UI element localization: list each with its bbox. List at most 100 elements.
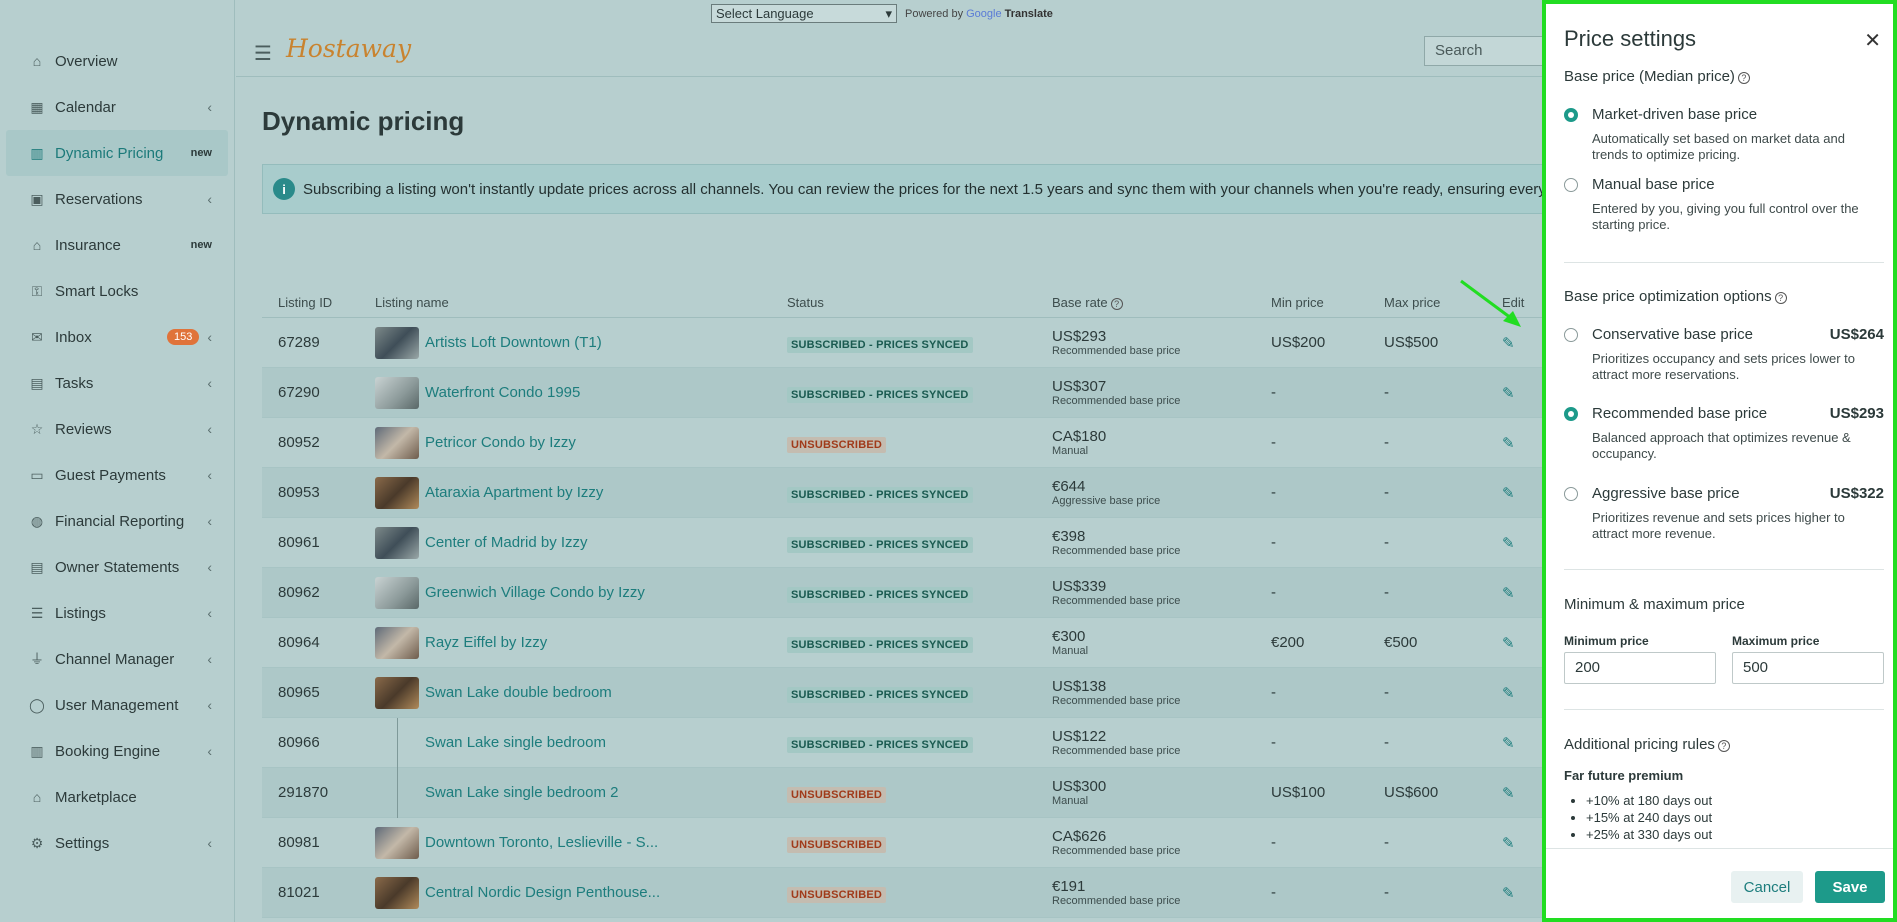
close-icon[interactable]: ✕ — [1864, 28, 1881, 53]
sidebar-item-label: Tasks — [55, 374, 94, 392]
base-rate-type: Recommended base price — [1052, 345, 1181, 357]
radio-button[interactable] — [1564, 178, 1578, 192]
base-rate-cell: US$307 Recommended base price — [1052, 378, 1271, 407]
radio-market-driven[interactable]: Market-driven base price Automatically s… — [1564, 106, 1884, 163]
search-input[interactable]: Search — [1424, 36, 1544, 66]
sidebar-item-reservations[interactable]: ▣ Reservations ‹ — [6, 176, 228, 222]
sidebar-item-user-management[interactable]: ◯ User Management ‹ — [6, 682, 228, 728]
listing-thumbnail — [375, 576, 419, 609]
listing-link[interactable]: Downtown Toronto, Leslieville - S... — [425, 834, 658, 851]
sidebar-item-reviews[interactable]: ☆ Reviews ‹ — [6, 406, 228, 452]
pencil-icon[interactable]: ✎ — [1502, 635, 1515, 652]
max-price-value: - — [1384, 734, 1389, 751]
pencil-icon[interactable]: ✎ — [1502, 435, 1515, 452]
base-rate-cell: CA$180 Manual — [1052, 428, 1271, 457]
sidebar-item-booking-engine[interactable]: ▥ Booking Engine ‹ — [6, 728, 228, 774]
pencil-icon[interactable]: ✎ — [1502, 485, 1515, 502]
sidebar-item-guest-payments[interactable]: ▭ Guest Payments ‹ — [6, 452, 228, 498]
sidebar-item-owner-statements[interactable]: ▤ Owner Statements ‹ — [6, 544, 228, 590]
status-badge: SUBSCRIBED - PRICES SYNCED — [787, 586, 973, 603]
new-badge: new — [190, 147, 212, 159]
logo[interactable]: Hostaway — [286, 34, 411, 63]
chevron-left-icon: ‹ — [207, 375, 212, 391]
sidebar-item-tasks[interactable]: ▤ Tasks ‹ — [6, 360, 228, 406]
radio-manual[interactable]: Manual base price Entered by you, giving… — [1564, 176, 1884, 233]
listing-link[interactable]: Central Nordic Design Penthouse... — [425, 884, 660, 901]
pencil-icon[interactable]: ✎ — [1502, 835, 1515, 852]
radio-button[interactable] — [1564, 108, 1578, 122]
sidebar-item-marketplace[interactable]: ⌂ Marketplace — [6, 774, 228, 820]
sidebar-item-inbox[interactable]: ✉ Inbox 153 ‹ — [6, 314, 228, 360]
sidebar-item-financial-reporting[interactable]: ◍ Financial Reporting ‹ — [6, 498, 228, 544]
sidebar-item-label: Insurance — [55, 236, 121, 254]
min-price-input[interactable]: 200 — [1564, 652, 1716, 684]
listing-thumbnail — [375, 426, 419, 459]
listing-link[interactable]: Swan Lake single bedroom — [425, 734, 606, 751]
min-price-label: Minimum price — [1564, 634, 1649, 648]
status-badge: SUBSCRIBED - PRICES SYNCED — [787, 736, 973, 753]
sidebar-item-overview[interactable]: ⌂ Overview — [6, 38, 228, 84]
col-base-rate: Base rate? — [1052, 295, 1271, 310]
sidebar-item-insurance[interactable]: ⌂ Insurance new — [6, 222, 228, 268]
status-badge: SUBSCRIBED - PRICES SYNCED — [787, 536, 973, 553]
radio-conservative[interactable]: Conservative base price US$264 Prioritize… — [1564, 326, 1884, 383]
listing-link[interactable]: Center of Madrid by Izzy — [425, 534, 588, 551]
menu-icon[interactable]: ☰ — [254, 41, 272, 66]
base-rate-cell: US$293 Recommended base price — [1052, 328, 1271, 357]
listing-link[interactable]: Greenwich Village Condo by Izzy — [425, 584, 645, 601]
sidebar: ⌂ Overview ▦ Calendar ‹ ▥ Dynamic Pricing new ▣ R… — [0, 0, 235, 922]
pencil-icon[interactable]: ✎ — [1502, 885, 1515, 902]
chevron-left-icon: ‹ — [207, 421, 212, 437]
radio-aggressive[interactable]: Aggressive base price US$322 Prioritizes … — [1564, 485, 1884, 542]
listing-link[interactable]: Swan Lake double bedroom — [425, 684, 612, 701]
radio-button[interactable] — [1564, 487, 1578, 501]
help-icon[interactable]: ? — [1717, 740, 1730, 752]
sidebar-item-calendar[interactable]: ▦ Calendar ‹ — [6, 84, 228, 130]
col-listing-name: Listing name — [375, 295, 449, 310]
pencil-icon[interactable]: ✎ — [1502, 385, 1515, 402]
sidebar-item-label: Smart Locks — [55, 282, 139, 300]
listing-link[interactable]: Ataraxia Apartment by Izzy — [425, 484, 603, 501]
listing-link[interactable]: Rayz Eiffel by Izzy — [425, 634, 547, 651]
translate-link[interactable]: Translate — [1005, 8, 1053, 20]
base-rate-value: US$122 — [1052, 728, 1107, 745]
status-cell: UNSUBSCRIBED — [787, 785, 1052, 803]
radio-button[interactable] — [1564, 328, 1578, 342]
listing-id: 80981 — [278, 834, 320, 851]
rules-heading: Additional pricing rules? — [1564, 736, 1730, 753]
sidebar-item-smart-locks[interactable]: ⚿ Smart Locks — [6, 268, 228, 314]
listing-link[interactable]: Swan Lake single bedroom 2 — [425, 784, 618, 801]
listing-link[interactable]: Artists Loft Downtown (T1) — [425, 334, 602, 351]
base-rate-cell: US$138 Recommended base price — [1052, 678, 1271, 707]
pencil-icon[interactable]: ✎ — [1502, 535, 1515, 552]
child-indent — [397, 717, 415, 768]
min-price-value: - — [1271, 884, 1276, 901]
base-rate-cell: €191 Recommended base price — [1052, 878, 1271, 907]
cancel-button[interactable]: Cancel — [1731, 871, 1803, 903]
sidebar-item-label: Owner Statements — [55, 558, 180, 576]
radio-button[interactable] — [1564, 407, 1578, 421]
sidebar-item-dynamic-pricing[interactable]: ▥ Dynamic Pricing new — [6, 130, 228, 176]
listing-id: 80962 — [278, 584, 320, 601]
help-icon[interactable]: ? — [1737, 72, 1750, 84]
pencil-icon[interactable]: ✎ — [1502, 785, 1515, 802]
base-rate-type: Aggressive base price — [1052, 495, 1161, 507]
min-price-value: - — [1271, 834, 1276, 851]
save-button[interactable]: Save — [1815, 871, 1885, 903]
sidebar-item-listings[interactable]: ☰ Listings ‹ — [6, 590, 228, 636]
pencil-icon[interactable]: ✎ — [1502, 585, 1515, 602]
listing-link[interactable]: Waterfront Condo 1995 — [425, 384, 580, 401]
sidebar-item-channel-manager[interactable]: ⏚ Channel Manager ‹ — [6, 636, 228, 682]
page-title: Dynamic pricing — [262, 106, 465, 136]
radio-recommended[interactable]: Recommended base price US$293 Balanced ap… — [1564, 405, 1884, 462]
max-price-input[interactable]: 500 — [1732, 652, 1884, 684]
help-icon[interactable]: ? — [1110, 298, 1123, 310]
pencil-icon[interactable]: ✎ — [1502, 685, 1515, 702]
pencil-icon[interactable]: ✎ — [1502, 335, 1515, 352]
sidebar-item-settings[interactable]: ⚙ Settings ‹ — [6, 820, 228, 866]
pencil-icon[interactable]: ✎ — [1502, 735, 1515, 752]
listing-link[interactable]: Petricor Condo by Izzy — [425, 434, 576, 451]
language-select[interactable]: Select Language ▾ — [711, 4, 897, 23]
optimization-heading: Base price optimization options? — [1564, 288, 1787, 305]
help-icon[interactable]: ? — [1774, 292, 1787, 304]
